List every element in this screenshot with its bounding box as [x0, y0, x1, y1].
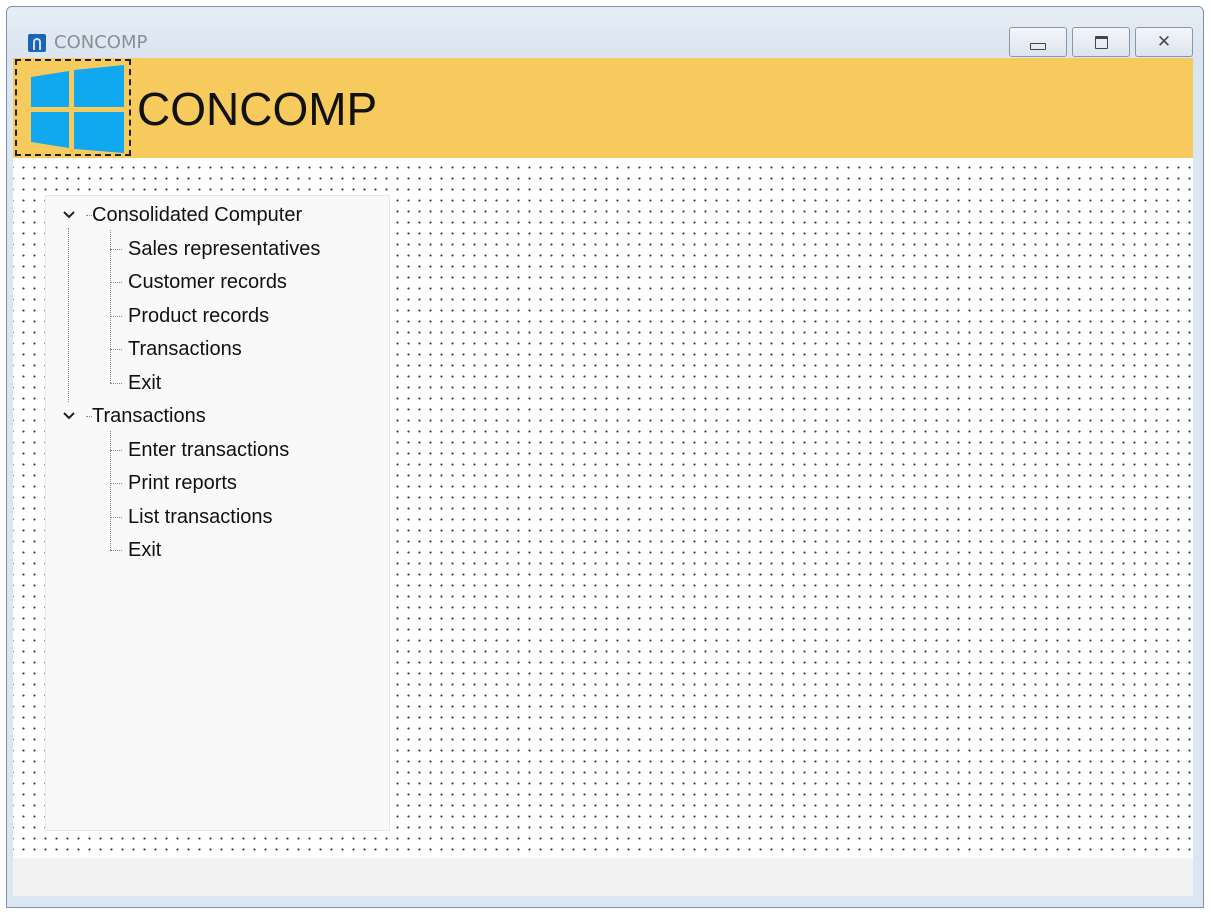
tree-item[interactable]: Product records	[128, 301, 269, 331]
tree-item-label: Customer records	[128, 271, 287, 293]
minimize-button[interactable]	[1009, 27, 1067, 57]
chevron-down-icon[interactable]	[60, 407, 78, 425]
tree-group-node[interactable]: Consolidated Computer	[92, 200, 302, 230]
tree-connector	[110, 483, 122, 484]
tree-group-label: Transactions	[92, 405, 206, 427]
tree-connector	[68, 228, 69, 402]
tree-item[interactable]: Exit	[128, 368, 161, 398]
tree-connector	[110, 349, 122, 350]
tree-connector	[110, 449, 122, 451]
maximize-icon	[1094, 35, 1108, 49]
tree-item-label: Print reports	[128, 472, 237, 494]
tree-connector	[110, 516, 122, 518]
tree-item-label: Product records	[128, 304, 270, 327]
form-design-surface: Consolidated Computer Sales representativ…	[13, 158, 1193, 858]
close-icon: ✕	[1156, 31, 1172, 52]
tree-item[interactable]: Print reports	[128, 468, 237, 498]
tree-connector	[110, 315, 122, 317]
status-bar	[13, 858, 1193, 896]
tree-connector	[110, 248, 122, 250]
tree-group-node[interactable]: Transactions	[92, 401, 206, 431]
navigation-tree[interactable]: Consolidated Computer Sales representativ…	[45, 195, 390, 831]
header-banner: CONCOMP	[13, 58, 1193, 158]
tree-group-label: Consolidated Computer	[92, 204, 303, 226]
banner-title: CONCOMP	[137, 83, 378, 135]
tree-connector	[110, 550, 122, 551]
tree-item[interactable]: Sales representatives	[128, 234, 320, 264]
tree-connector	[110, 382, 122, 384]
windows-logo-icon	[31, 65, 124, 153]
logo-picturebox[interactable]	[15, 59, 131, 156]
window-title: CONCOMP	[54, 32, 148, 53]
close-button[interactable]: ✕	[1135, 27, 1193, 57]
tree-item-label: List transactions	[128, 505, 273, 528]
tree-item-label: Enter transactions	[128, 438, 290, 461]
tree-item[interactable]: Exit	[128, 535, 161, 565]
tree-connector	[110, 430, 111, 550]
title-bar[interactable]: CONCOMP ✕	[7, 7, 1203, 65]
tree-item[interactable]: Customer records	[128, 267, 287, 297]
minimize-icon	[1030, 42, 1046, 50]
tree-item-label: Exit	[128, 371, 162, 394]
maximize-button[interactable]	[1072, 27, 1130, 57]
chevron-down-icon[interactable]	[60, 206, 78, 224]
tree-connector	[110, 282, 122, 283]
tree-item-label: Exit	[128, 539, 162, 561]
tree-item[interactable]: Enter transactions	[128, 435, 289, 465]
tree-item-label: Transactions	[128, 338, 242, 360]
tree-item[interactable]: Transactions	[128, 334, 242, 364]
tree-connector	[110, 229, 111, 383]
tree-item-label: Sales representatives	[128, 237, 321, 260]
app-icon	[28, 34, 46, 52]
tree-item[interactable]: List transactions	[128, 502, 273, 532]
